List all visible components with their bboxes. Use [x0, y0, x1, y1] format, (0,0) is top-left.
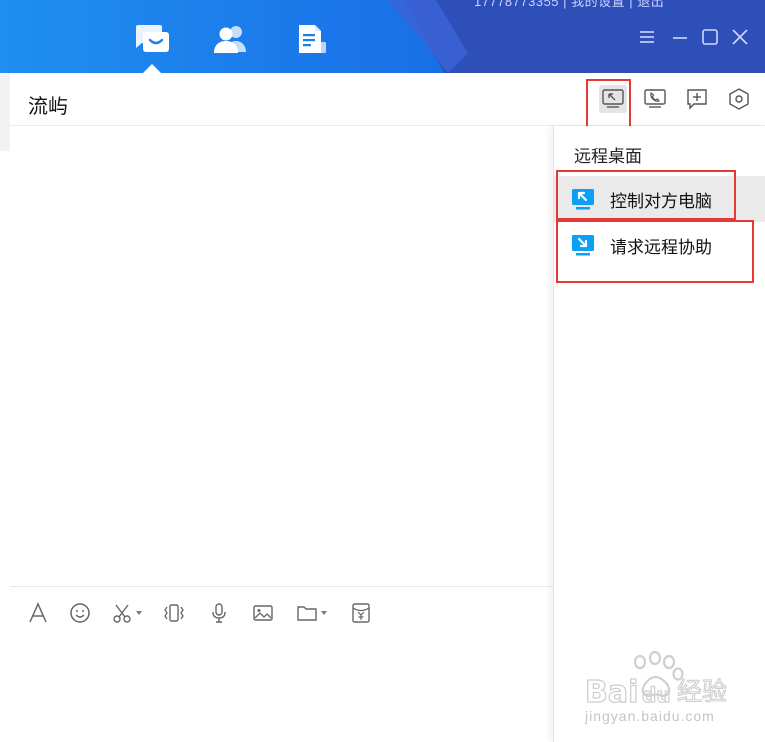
svg-text:经验: 经验: [677, 677, 727, 706]
highlight-remote-desktop-box: [586, 79, 631, 128]
red-packet-icon[interactable]: [350, 601, 372, 625]
watermark-url: jingyan.baidu.com: [585, 708, 715, 724]
svg-text:du: du: [642, 683, 671, 707]
minimize-icon[interactable]: [670, 27, 690, 47]
title-bar: 17778773355 | 我的设置 | 退出: [0, 0, 765, 73]
svg-text:Bai: Bai: [585, 675, 638, 708]
screenshot-scissors-icon[interactable]: [111, 601, 142, 625]
account-links[interactable]: 17778773355 | 我的设置 | 退出: [474, 0, 664, 10]
voice-mic-icon[interactable]: [208, 601, 230, 625]
highlight-control-item-box: [556, 170, 736, 220]
documents-icon[interactable]: [293, 22, 331, 56]
message-area[interactable]: [10, 126, 553, 586]
add-chat-icon[interactable]: [683, 85, 711, 113]
phone-call-icon[interactable]: [641, 85, 669, 113]
contact-name: 流屿: [28, 94, 68, 118]
chat-bubble-icon[interactable]: [133, 22, 171, 56]
active-tab-pointer: [143, 64, 161, 73]
emoji-icon[interactable]: [69, 601, 91, 625]
chat-header: 流屿: [10, 73, 765, 126]
left-edge-strip: [0, 73, 10, 151]
image-icon[interactable]: [252, 601, 274, 625]
settings-hexagon-icon[interactable]: [725, 85, 753, 113]
shake-window-icon[interactable]: [163, 601, 185, 625]
message-input[interactable]: [10, 640, 553, 742]
panel-title: 远程桌面: [574, 147, 642, 167]
contacts-icon[interactable]: [212, 22, 250, 56]
folder-icon[interactable]: [296, 601, 327, 625]
font-icon[interactable]: [27, 601, 49, 625]
input-toolbar: [10, 586, 553, 641]
maximize-icon[interactable]: [700, 27, 720, 47]
highlight-assist-item-box: [556, 220, 754, 283]
close-icon[interactable]: [730, 27, 750, 47]
menu-icon[interactable]: [637, 27, 657, 47]
